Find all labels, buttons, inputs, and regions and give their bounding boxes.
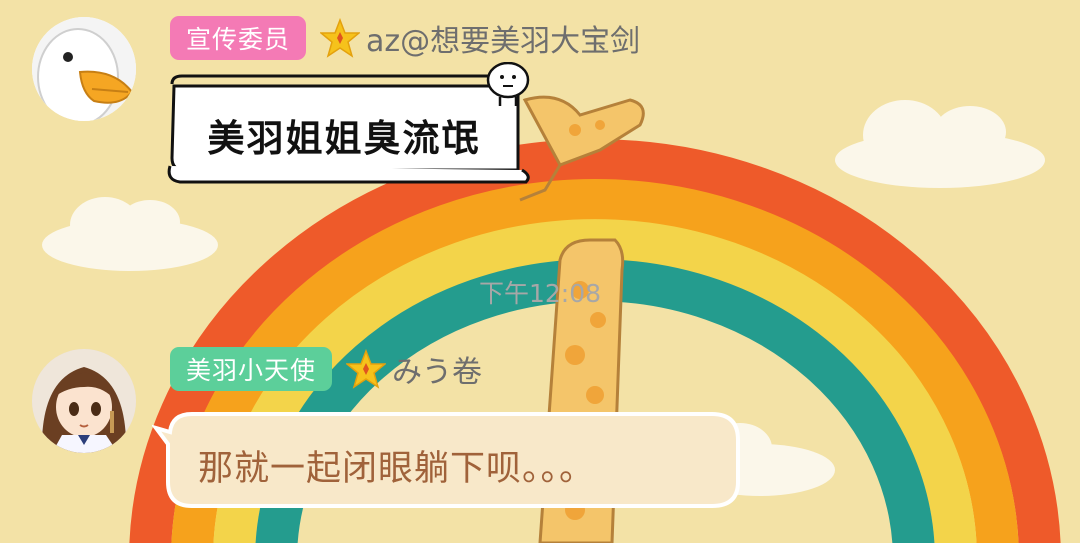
message-timestamp: 下午12:08 (478, 279, 602, 308)
sender-avatar[interactable] (32, 17, 136, 121)
chat-screen: 宣传委员 az@想要美羽大宝剑 美羽姐姐臭流氓 下午12:08 美羽小天使 みう… (0, 0, 1080, 543)
member-title-badge: 宣传委员 (170, 16, 307, 60)
sticker-caption: 美羽姐姐臭流氓 (207, 116, 481, 160)
sender-username[interactable]: みう卷 (392, 347, 482, 391)
member-title-badge: 美羽小天使 (170, 347, 333, 391)
sender-username[interactable]: az@想要美羽大宝剑 (366, 16, 640, 60)
message-text: 那就一起闭眼躺下呗。。。 (198, 449, 596, 489)
star-icon (346, 349, 387, 389)
star-icon (320, 18, 361, 58)
white-goose-avatar-icon (32, 17, 136, 121)
text-message-bubble[interactable]: 那就一起闭眼躺下呗。。。 (152, 410, 740, 510)
message-header: 美羽小天使 みう卷 (170, 347, 482, 391)
message-header: 宣传委员 az@想要美羽大宝剑 (170, 16, 640, 60)
anime-girl-avatar-icon (32, 349, 136, 453)
sender-avatar[interactable] (32, 349, 136, 453)
sticker-message[interactable]: 美羽姐姐臭流氓 (166, 62, 536, 192)
